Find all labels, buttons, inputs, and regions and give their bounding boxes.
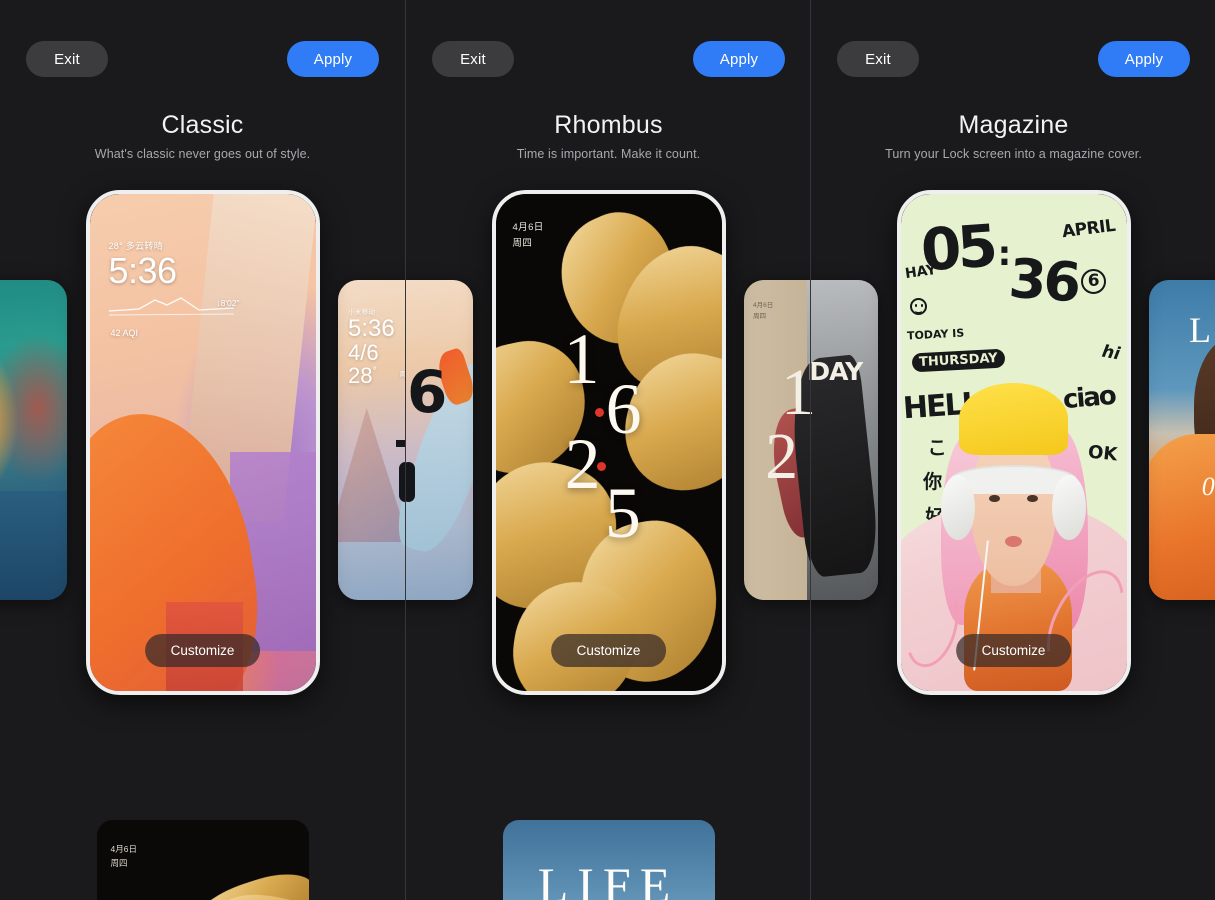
life-number: 05 <box>1201 472 1215 501</box>
carousel-peek-right[interactable]: LI 05 <box>1149 280 1215 600</box>
wallpaper-teal-abstract <box>0 280 67 600</box>
phone-screen: 4月6日 周四 1 6 2 5 Customize <box>495 194 722 691</box>
day-date-label: 4月6日 周四 <box>753 302 774 321</box>
clock-time: 5:36 <box>348 315 395 342</box>
aqi-label: AQI <box>122 328 139 339</box>
style-panel-rhombus: Exit Apply Rhombus Time is important. Ma… <box>405 0 810 900</box>
portrait-lips <box>1004 535 1023 547</box>
wallpaper-thumbnail[interactable]: 4月6日 周四 <box>96 820 309 900</box>
panel-topbar-magazine: Exit Apply <box>811 41 1215 77</box>
customize-button[interactable]: Customize <box>550 634 667 667</box>
phone-preview-magazine[interactable]: 05 : 36 APRIL 6 HAY TODAY IS THURSDAY HE… <box>896 190 1131 695</box>
rhombus-clock: 1 6 2 5 <box>496 194 722 691</box>
side-card-widgets: 小米移动 5:36 4/6 周四 28° <box>348 306 405 389</box>
clock-hour-tens: 1 <box>563 319 600 400</box>
life-model-body <box>1149 433 1215 600</box>
lock-screen-style-picker: Exit Apply Classic What's classic never … <box>0 0 1215 900</box>
carousel-peek-right[interactable]: DAY 1 2 4月6日 周四 <box>744 280 810 600</box>
thumbnail-life-word: LIFE <box>537 857 680 900</box>
wallpaper-tulip: 小米移动 5:36 4/6 周四 28° 6 <box>338 280 405 600</box>
customize-button[interactable]: Customize <box>955 634 1072 667</box>
clock-minute: 36 <box>1006 246 1081 314</box>
thumbnail-row-rhombus: LIFE <box>406 820 810 900</box>
page-title: Classic <box>161 111 244 139</box>
style-carousel-rhombus[interactable]: 6 DAY 1 2 4月6日 周四 <box>406 190 810 695</box>
phone-preview-classic[interactable]: 28° 多云转晴 5:36 ↓8'02" 42 AQI Customize <box>85 190 320 695</box>
side-card-bar-mark <box>398 462 405 503</box>
thumbnail-date: 4月6日 周四 <box>110 844 137 869</box>
apply-button[interactable]: Apply <box>287 41 379 77</box>
wallpaper-life-cover: LI 05 <box>1149 280 1215 600</box>
tulip-mountain-shape <box>338 408 405 543</box>
aqi-widget: 42 AQI <box>110 328 139 339</box>
side-card-bar-mark <box>406 462 415 503</box>
phone-screen: 28° 多云转晴 5:36 ↓8'02" 42 AQI Customize <box>89 194 316 691</box>
step-graph: ↓8'02" <box>108 294 240 316</box>
side-card-dash-mark <box>396 440 405 447</box>
style-carousel-magazine[interactable]: DAY 1 2 LI 05 05 <box>811 190 1215 695</box>
exit-button[interactable]: Exit <box>837 41 919 77</box>
day-digit-one: 1 <box>781 360 810 426</box>
life-title-word: LI <box>1189 309 1215 351</box>
clock-weekday: 周四 <box>399 371 405 379</box>
apply-button[interactable]: Apply <box>1098 41 1190 77</box>
carousel-peek-right[interactable]: 小米移动 5:36 4/6 周四 28° 6 <box>338 280 405 600</box>
step-graph-line <box>108 296 234 316</box>
carousel-peek-left[interactable] <box>0 280 67 600</box>
phone-screen: 05 : 36 APRIL 6 HAY TODAY IS THURSDAY HE… <box>900 194 1127 691</box>
exit-button[interactable]: Exit <box>432 41 514 77</box>
clock-minute-ones: 5 <box>604 473 641 554</box>
panel-titles-classic: Classic What's classic never goes out of… <box>0 110 405 161</box>
side-card-digit: 6 <box>407 358 448 427</box>
panel-topbar-rhombus: Exit Apply <box>406 41 810 77</box>
wallpaper-thumbnail[interactable]: LIFE <box>502 820 715 900</box>
customize-button[interactable]: Customize <box>144 634 261 667</box>
portrait-eye-right <box>1027 494 1038 502</box>
day-number-badge: 6 <box>1081 268 1107 294</box>
lockscreen-widgets-classic: 28° 多云转晴 5:36 ↓8'02" 42 AQI <box>108 239 240 353</box>
clock-date: 4/6 <box>348 340 379 366</box>
carousel-peek-left[interactable]: DAY 1 2 <box>810 280 878 600</box>
day-digit-two: 2 <box>765 420 799 493</box>
portrait-eye-left <box>989 494 1000 502</box>
day-word: DAY <box>810 356 863 386</box>
wallpaper-day-editorial: DAY 1 2 <box>810 280 878 600</box>
style-panel-magazine: Exit Apply Magazine Turn your Lock scree… <box>810 0 1215 900</box>
page-subtitle: What's classic never goes out of style. <box>94 147 311 161</box>
portrait-beanie <box>959 382 1068 455</box>
page-subtitle: Time is important. Make it count. <box>516 147 701 161</box>
style-panel-classic: Exit Apply Classic What's classic never … <box>0 0 405 900</box>
steps-label: ↓8'02" <box>216 297 240 308</box>
headphone-cup-left <box>941 474 976 541</box>
carousel-peek-left[interactable]: 6 <box>406 280 473 600</box>
clock-hour-ones: 6 <box>605 368 642 449</box>
smiley-face-icon <box>909 298 927 316</box>
page-title: Magazine <box>958 111 1069 139</box>
panel-titles-magazine: Magazine Turn your Lock screen into a ma… <box>811 110 1215 161</box>
apply-button[interactable]: Apply <box>693 41 785 77</box>
day-digit-one: 1 <box>811 360 816 426</box>
phone-preview-rhombus[interactable]: 4月6日 周四 1 6 2 5 Customize <box>491 190 726 695</box>
teal-floor-shape <box>0 491 67 600</box>
page-subtitle: Turn your Lock screen into a magazine co… <box>885 147 1142 161</box>
wallpaper-day-editorial: DAY 1 2 4月6日 周四 <box>744 280 810 600</box>
hi-doodle: hi <box>1100 341 1122 365</box>
today-is-label: TODAY IS <box>906 326 965 343</box>
exit-button[interactable]: Exit <box>26 41 108 77</box>
thumbnail-row-classic: 4月6日 周四 <box>0 820 405 900</box>
style-carousel-classic[interactable]: 小米移动 5:36 4/6 周四 28° 6 <box>0 190 405 695</box>
page-title: Rhombus <box>554 111 663 139</box>
panel-titles-rhombus: Rhombus Time is important. Make it count… <box>406 110 810 161</box>
temperature-value: 28° <box>348 363 377 389</box>
panel-topbar-classic: Exit Apply <box>0 41 405 77</box>
wallpaper-tulip: 6 <box>406 280 473 600</box>
month-label: APRIL <box>1060 215 1117 243</box>
weather-label: 28° 多云转晴 <box>108 241 164 251</box>
carrier-label: 小米移动 <box>348 309 376 316</box>
clock-minute-tens: 2 <box>564 423 601 504</box>
clock-time: 5:36 <box>108 250 178 291</box>
